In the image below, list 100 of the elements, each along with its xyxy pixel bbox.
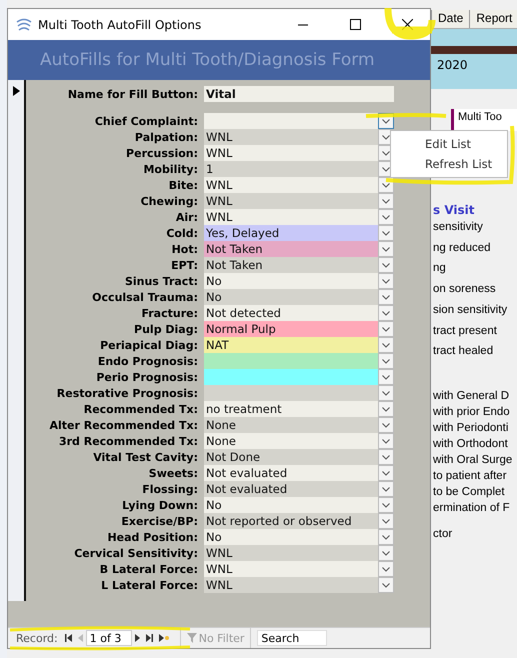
dropdown-field[interactable]: Not Taken xyxy=(204,241,378,257)
dropdown-field[interactable]: Not detected xyxy=(204,305,378,321)
field-label: L Lateral Force: xyxy=(100,578,199,592)
dropdown-field[interactable]: Yes, Delayed xyxy=(204,225,378,241)
chevron-down-icon xyxy=(382,150,390,156)
list-text: on soreness xyxy=(432,282,497,298)
dropdown-field[interactable]: WNL xyxy=(204,145,378,161)
dropdown-button[interactable] xyxy=(378,241,394,257)
dropdown-field[interactable]: WNL xyxy=(204,209,378,225)
search-field[interactable]: Search xyxy=(257,630,328,646)
dropdown-button[interactable] xyxy=(378,449,394,465)
dropdown-field[interactable]: no treatment xyxy=(204,401,378,417)
chevron-down-icon xyxy=(382,262,390,268)
dropdown-field[interactable]: WNL xyxy=(204,129,378,145)
current-record-icon xyxy=(12,86,20,96)
maximize-icon xyxy=(350,19,360,30)
chevron-down-icon xyxy=(382,550,390,556)
chevron-down-icon xyxy=(382,118,390,124)
next-record-icon xyxy=(134,634,140,642)
dropdown-field[interactable] xyxy=(204,353,378,369)
dropdown-field[interactable]: WNL xyxy=(204,177,378,193)
dropdown-button[interactable] xyxy=(378,289,394,305)
field-label: Name for Fill Button: xyxy=(66,88,199,100)
dropdown-field[interactable]: NAT xyxy=(204,337,378,353)
menu-item[interactable]: Edit List xyxy=(391,134,507,154)
dropdown-field[interactable]: No xyxy=(204,529,378,545)
dropdown-button[interactable] xyxy=(378,481,394,497)
dropdown-field[interactable]: Not Done xyxy=(204,449,378,465)
dropdown-field[interactable] xyxy=(204,369,378,385)
field-label: Pulp Diag: xyxy=(133,322,199,336)
dropdown-button[interactable] xyxy=(378,417,394,433)
dropdown-button[interactable] xyxy=(378,513,394,529)
dropdown-field[interactable]: Not reported or observed xyxy=(204,513,378,529)
dropdown-field[interactable]: No xyxy=(204,273,378,289)
chevron-down-icon xyxy=(382,502,390,508)
list-text: with Periodonti xyxy=(432,420,510,436)
list-text: to be Complet xyxy=(432,484,506,500)
field-label: Exercise/BP: xyxy=(120,514,199,528)
dropdown-field[interactable] xyxy=(204,113,378,129)
chevron-down-icon xyxy=(382,198,390,204)
dropdown-field[interactable]: WNL xyxy=(204,545,378,561)
list-text: ctor xyxy=(432,526,454,542)
dropdown-button[interactable] xyxy=(378,369,394,385)
dropdown-field[interactable]: No xyxy=(204,289,378,305)
chevron-down-icon xyxy=(382,470,390,476)
dropdown-field[interactable]: Normal Pulp xyxy=(204,321,378,337)
dropdown-button[interactable] xyxy=(378,321,394,337)
tab[interactable]: Multi Too xyxy=(451,109,517,131)
dropdown-button[interactable] xyxy=(378,353,394,369)
dropdown-button[interactable] xyxy=(378,577,394,593)
window-title: Multi Tooth AutoFill Options xyxy=(38,18,202,32)
dropdown-button[interactable] xyxy=(378,545,394,561)
dropdown-field[interactable]: No xyxy=(204,497,378,513)
field-label: Periapical Diag: xyxy=(99,338,199,352)
field-label: Chewing: xyxy=(140,194,199,208)
field-label: Palpation: xyxy=(134,130,199,144)
field-label: Sinus Tract: xyxy=(124,274,199,288)
chevron-down-icon xyxy=(382,342,390,348)
chevron-down-icon xyxy=(382,406,390,412)
dropdown-field[interactable]: Not Taken xyxy=(204,257,378,273)
dropdown-button[interactable] xyxy=(378,257,394,273)
list-text: with General D xyxy=(432,388,510,404)
dropdown-field[interactable]: Not evaluated xyxy=(204,465,378,481)
dropdown-button[interactable] xyxy=(378,193,394,209)
dropdown-button[interactable] xyxy=(378,433,394,449)
dropdown-field[interactable]: WNL xyxy=(204,193,378,209)
dropdown-button[interactable] xyxy=(378,225,394,241)
dropdown-button[interactable] xyxy=(378,385,394,401)
dropdown-field[interactable]: WNL xyxy=(204,561,378,577)
chevron-down-icon xyxy=(382,534,390,540)
dropdown-button[interactable] xyxy=(378,337,394,353)
list-text: tract healed xyxy=(432,344,494,360)
dropdown-button[interactable] xyxy=(378,465,394,481)
text-field[interactable]: Vital xyxy=(204,86,394,102)
list-text: ng reduced xyxy=(432,240,492,256)
list-text: with Oral Surge xyxy=(432,452,514,468)
dropdown-field[interactable] xyxy=(204,385,378,401)
section-title: s Visit xyxy=(432,203,476,217)
chevron-down-icon xyxy=(382,486,390,492)
dropdown-button[interactable] xyxy=(378,305,394,321)
chevron-down-icon xyxy=(382,566,390,572)
dropdown-field[interactable]: 1 xyxy=(204,161,378,177)
dropdown-field[interactable]: None xyxy=(204,433,378,449)
dropdown-field[interactable]: None xyxy=(204,417,378,433)
dropdown-button[interactable] xyxy=(378,561,394,577)
menu-item[interactable]: Refresh List xyxy=(391,154,507,174)
record-position-field[interactable]: 1 of 3 xyxy=(86,630,132,646)
dropdown-button[interactable] xyxy=(378,209,394,225)
dropdown-button[interactable] xyxy=(378,401,394,417)
dropdown-button[interactable] xyxy=(378,273,394,289)
dropdown-button[interactable] xyxy=(378,529,394,545)
field-label: EPT: xyxy=(170,258,199,272)
dropdown-field[interactable]: Not evaluated xyxy=(204,481,378,497)
chevron-down-icon xyxy=(382,374,390,380)
dropdown-button[interactable] xyxy=(378,497,394,513)
chevron-down-icon xyxy=(382,422,390,428)
filter-icon xyxy=(186,633,197,643)
new-record-icon xyxy=(158,634,169,642)
navigation-label: Record: xyxy=(15,632,59,644)
dropdown-field[interactable]: WNL xyxy=(204,577,378,593)
